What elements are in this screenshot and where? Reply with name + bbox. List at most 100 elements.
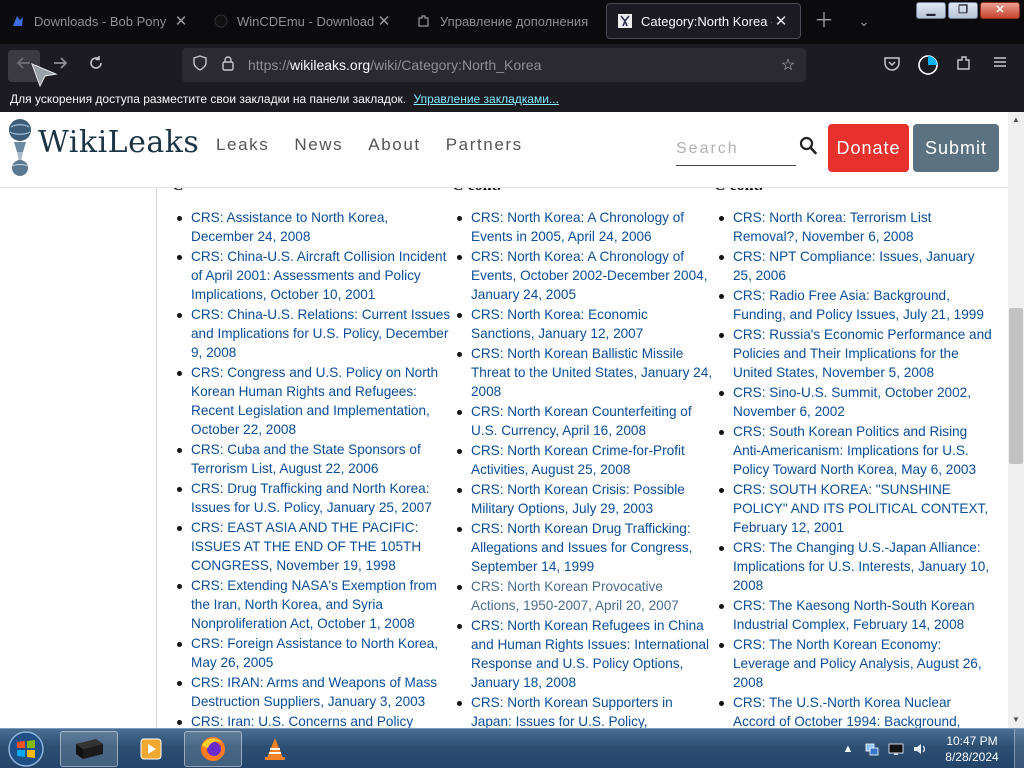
nav-news[interactable]: News bbox=[294, 135, 343, 155]
article-link[interactable]: CRS: NPT Compliance: Issues, January 25,… bbox=[714, 247, 996, 285]
chevron-down-icon[interactable]: ⌄ bbox=[852, 9, 876, 33]
article-link[interactable]: CRS: North Korean Supporters in Japan: I… bbox=[452, 693, 714, 728]
article-link[interactable]: CRS: The Kaesong North-South Korean Indu… bbox=[714, 596, 996, 634]
article-link[interactable]: CRS: North Korea: Terrorism List Removal… bbox=[714, 208, 996, 246]
close-icon[interactable]: ✕ bbox=[375, 12, 393, 30]
show-hidden-icons-icon[interactable]: ▲ bbox=[840, 741, 856, 757]
article-link[interactable]: CRS: Sino-U.S. Summit, October 2002, Nov… bbox=[714, 383, 996, 421]
category-content: C CRS: Assistance to North Korea, Decemb… bbox=[156, 172, 1008, 728]
article-link[interactable]: CRS: North Korean Refugees in China and … bbox=[452, 616, 714, 692]
pocket-icon[interactable] bbox=[880, 54, 904, 78]
article-link[interactable]: CRS: North Korean Crime-for-Profit Activ… bbox=[452, 441, 714, 479]
taskbar-item-vlc[interactable] bbox=[246, 731, 304, 767]
tab-category-north-korea[interactable]: Category:North Korea - Wi ✕ bbox=[606, 3, 801, 39]
site-logo-text[interactable]: WikiLeaks bbox=[38, 125, 199, 160]
nav-leaks[interactable]: Leaks bbox=[216, 135, 269, 155]
account-icon[interactable] bbox=[916, 54, 940, 78]
close-window-button[interactable]: ✕ bbox=[980, 2, 1020, 19]
bookmarks-hint: Для ускорения доступа разместите свои за… bbox=[10, 92, 407, 106]
bob-pony-icon bbox=[10, 13, 26, 29]
windows-taskbar: ▲ 10:47 PM 8/28/2024 bbox=[0, 728, 1024, 768]
taskbar-item-terminal[interactable] bbox=[60, 731, 118, 767]
article-link[interactable]: CRS: China-U.S. Relations: Current Issue… bbox=[172, 305, 452, 362]
web-page: WikiLeaks Leaks News About Partners Dona… bbox=[0, 112, 1024, 728]
start-button[interactable] bbox=[6, 730, 46, 768]
article-link[interactable]: CRS: EAST ASIA AND THE PACIFIC: ISSUES A… bbox=[172, 518, 452, 575]
minimize-button[interactable]: ▁ bbox=[916, 2, 946, 19]
article-link[interactable]: CRS: Congress and U.S. Policy on North K… bbox=[172, 363, 452, 439]
bookmark-star-icon[interactable]: ☆ bbox=[776, 55, 800, 75]
volume-icon[interactable] bbox=[912, 741, 928, 757]
window-controls: ▁ ❐ ✕ bbox=[916, 2, 1020, 19]
menu-icon[interactable] bbox=[988, 54, 1012, 78]
tab-wincdemu[interactable]: WinCDEmu - Download ✕ bbox=[203, 3, 403, 39]
tracking-protection-icon[interactable] bbox=[190, 55, 210, 75]
article-link[interactable]: CRS: The U.S.-North Korea Nuclear Accord… bbox=[714, 693, 996, 728]
article-link[interactable]: CRS: North Korean Ballistic Missile Thre… bbox=[452, 344, 714, 401]
article-link[interactable]: CRS: North Korean Provocative Actions, 1… bbox=[452, 577, 714, 615]
site-search bbox=[676, 136, 796, 166]
article-link[interactable]: CRS: IRAN: Arms and Weapons of Mass Dest… bbox=[172, 673, 452, 711]
scroll-down-icon[interactable]: ▼ bbox=[1008, 712, 1024, 728]
article-link[interactable]: CRS: North Korean Counterfeiting of U.S.… bbox=[452, 402, 714, 440]
article-link[interactable]: CRS: China-U.S. Aircraft Collision Incid… bbox=[172, 247, 452, 304]
taskbar-item-media-player[interactable] bbox=[122, 731, 180, 767]
article-link[interactable]: CRS: Assistance to North Korea, December… bbox=[172, 208, 452, 246]
article-link[interactable]: CRS: Radio Free Asia: Background, Fundin… bbox=[714, 286, 996, 324]
tab-title: Downloads - Bob Pony bbox=[34, 13, 167, 29]
article-link[interactable]: CRS: Iran: U.S. Concerns and Policy bbox=[172, 712, 452, 728]
extensions-icon[interactable] bbox=[952, 54, 976, 78]
taskbar-item-firefox[interactable] bbox=[184, 731, 242, 767]
article-link[interactable]: CRS: The North Korean Economy: Leverage … bbox=[714, 635, 996, 692]
article-link[interactable]: CRS: Foreign Assistance to North Korea, … bbox=[172, 634, 452, 672]
url-host: wikileaks.org bbox=[290, 57, 371, 73]
article-link[interactable]: CRS: Drug Trafficking and North Korea: I… bbox=[172, 479, 452, 517]
search-input[interactable] bbox=[676, 136, 792, 162]
article-link[interactable]: CRS: North Korean Crisis: Possible Milit… bbox=[452, 480, 714, 518]
new-tab-button[interactable]: ＋ bbox=[812, 9, 836, 33]
maximize-button[interactable]: ❐ bbox=[948, 2, 978, 19]
article-list: CRS: Assistance to North Korea, December… bbox=[172, 208, 452, 728]
tab-title: Управление дополнения bbox=[440, 13, 589, 29]
address-bar[interactable]: https://wikileaks.org/wiki/Category:Nort… bbox=[182, 48, 806, 82]
tab-downloads-bob-pony[interactable]: Downloads - Bob Pony ✕ bbox=[0, 3, 200, 39]
terminal-app-icon bbox=[76, 739, 103, 759]
show-desktop-button[interactable] bbox=[1014, 729, 1024, 768]
close-icon[interactable]: ✕ bbox=[172, 12, 190, 30]
navigation-bar: https://wikileaks.org/wiki/Category:Nort… bbox=[0, 44, 1024, 88]
nav-about[interactable]: About bbox=[368, 135, 420, 155]
display-icon[interactable] bbox=[888, 741, 904, 757]
article-list: CRS: North Korea: A Chronology of Events… bbox=[452, 208, 714, 728]
scroll-up-icon[interactable]: ▲ bbox=[1008, 112, 1024, 128]
article-link[interactable]: CRS: North Korea: A Chronology of Events… bbox=[452, 208, 714, 246]
article-link[interactable]: CRS: Russia's Economic Performance and P… bbox=[714, 325, 996, 382]
url-text[interactable]: https://wikileaks.org/wiki/Category:Nort… bbox=[248, 57, 776, 73]
article-link[interactable]: CRS: Cuba and the State Sponsors of Terr… bbox=[172, 440, 452, 478]
tab-title: Category:North Korea - Wi bbox=[641, 13, 772, 29]
wikileaks-logo-icon[interactable] bbox=[6, 118, 34, 178]
tab-addons-manager[interactable]: Управление дополнения bbox=[406, 3, 604, 39]
submit-button[interactable]: Submit bbox=[913, 124, 999, 172]
article-link[interactable]: CRS: SOUTH KOREA: "SUNSHINE POLICY" AND … bbox=[714, 480, 996, 537]
article-link[interactable]: CRS: North Korea: Economic Sanctions, Ja… bbox=[452, 305, 714, 343]
lock-icon[interactable] bbox=[218, 55, 238, 75]
manage-bookmarks-link[interactable]: Управление закладками... bbox=[413, 92, 558, 106]
article-link[interactable]: CRS: Extending NASA's Exemption from the… bbox=[172, 576, 452, 633]
mouse-cursor-icon bbox=[31, 63, 58, 88]
reload-button[interactable] bbox=[80, 50, 112, 82]
donate-button[interactable]: Donate bbox=[828, 124, 909, 172]
article-link[interactable]: CRS: South Korean Politics and Rising An… bbox=[714, 422, 996, 479]
article-link[interactable]: CRS: North Korea: A Chronology of Events… bbox=[452, 247, 714, 304]
reload-icon bbox=[90, 56, 102, 69]
puzzle-icon bbox=[416, 13, 432, 29]
network-icon[interactable] bbox=[864, 741, 880, 757]
system-clock[interactable]: 10:47 PM 8/28/2024 bbox=[936, 733, 1008, 765]
vertical-scrollbar[interactable]: ▲ ▼ bbox=[1008, 112, 1024, 728]
search-icon[interactable] bbox=[799, 136, 817, 156]
article-link[interactable]: CRS: The Changing U.S.-Japan Alliance: I… bbox=[714, 538, 996, 595]
close-icon[interactable]: ✕ bbox=[772, 12, 790, 30]
scroll-thumb[interactable] bbox=[1009, 308, 1023, 464]
article-link[interactable]: CRS: North Korean Drug Trafficking: Alle… bbox=[452, 519, 714, 576]
clock-date: 8/28/2024 bbox=[945, 750, 999, 764]
nav-partners[interactable]: Partners bbox=[446, 135, 523, 155]
